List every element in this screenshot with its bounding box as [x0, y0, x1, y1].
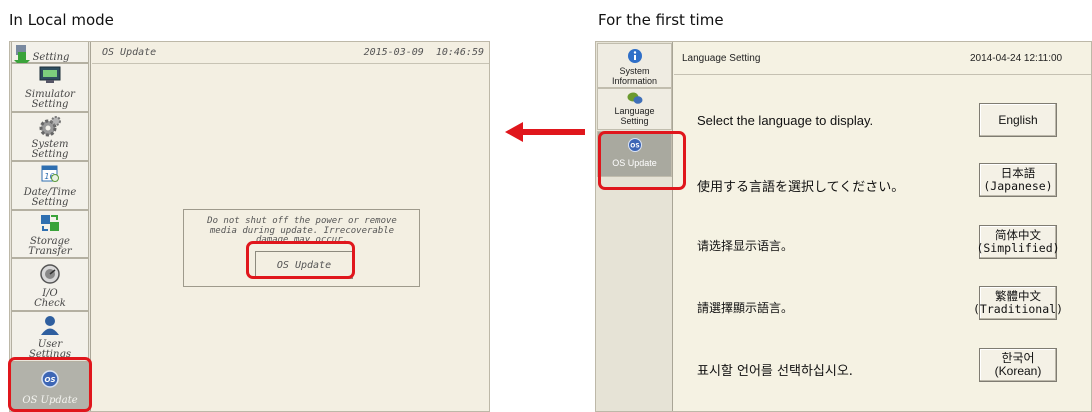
sidebar-item-label: Storage Transfer: [28, 236, 72, 257]
language-button-japanese[interactable]: 日本語 (Japanese): [979, 163, 1057, 197]
sidebar-item-language-setting[interactable]: Language Setting: [597, 88, 672, 130]
user-icon: [41, 316, 59, 335]
button-label-english: (Korean): [994, 364, 1042, 378]
sidebar-item-system-setting[interactable]: System Setting: [11, 112, 89, 161]
arrow-left-icon: [505, 122, 585, 142]
os-update-button[interactable]: OS Update: [255, 251, 353, 279]
language-button-english[interactable]: English: [979, 103, 1057, 137]
page-title: Language Setting: [682, 53, 761, 64]
simulator-icon: [39, 66, 61, 83]
language-prompt-simplified-chinese: 请选择显示语言。: [697, 239, 794, 253]
language-icon: [627, 92, 642, 104]
sidebar-item-storage-transfer[interactable]: Storage Transfer: [11, 210, 89, 258]
sidebar-item-label: OS Update: [22, 395, 78, 406]
first-time-header: Language Setting 2014-04-24 12:11:00: [674, 42, 1091, 75]
page-title: OS Update: [102, 47, 157, 58]
first-time-screen: System Information Language Setting OS O…: [595, 41, 1092, 412]
local-sidebar: Setting Simulator Setting System Setting…: [10, 42, 91, 411]
sidebar-item-simulator-setting[interactable]: Simulator Setting: [11, 63, 89, 112]
sidebar-item-label: I/O Check: [34, 288, 66, 309]
svg-text:OS: OS: [630, 143, 639, 150]
svg-text:OS: OS: [45, 376, 56, 384]
language-prompt-english: Select the language to display.: [697, 113, 874, 128]
sidebar-item-label: Date/Time Setting: [23, 187, 77, 208]
language-button-traditional-chinese[interactable]: 繁體中文 (Traditional): [973, 286, 1063, 320]
sidebar-item-label: System Information: [611, 66, 658, 86]
os-update-icon: OS: [41, 370, 59, 388]
language-prompt-korean: 표시할 언어를 선택하십시오.: [697, 364, 853, 379]
button-label: English: [998, 112, 1038, 127]
caption-first-time: For the first time: [598, 11, 724, 29]
caption-local-mode: In Local mode: [9, 11, 114, 29]
header-datetime: 2014-04-24 12:11:00: [970, 53, 1063, 64]
os-update-icon: OS: [627, 138, 642, 152]
language-button-korean[interactable]: 한국어 (Korean): [979, 348, 1057, 382]
language-prompt-traditional-chinese: 請選擇顯示語言。: [697, 301, 794, 315]
sidebar-item-os-update[interactable]: OS OS Update: [11, 361, 89, 411]
language-button-simplified-chinese[interactable]: 简体中文 (Simplified): [976, 225, 1060, 259]
sidebar-item-label: Language Setting: [614, 106, 655, 126]
sidebar-item-label: User Settings: [29, 339, 71, 360]
calendar-icon: 16: [41, 165, 59, 182]
storage-transfer-icon: [41, 215, 59, 231]
button-label-english: (Japanese): [983, 179, 1053, 193]
sidebar-item-label: OS Update: [612, 158, 657, 168]
sidebar-item-label: System Setting: [31, 139, 69, 160]
sidebar-item-label: Simulator Setting: [25, 89, 75, 110]
local-header: OS Update 2015-03-09 10:46:59: [92, 42, 489, 64]
info-icon: [627, 49, 642, 63]
warning-message: Do not shut off the power or remove medi…: [207, 216, 397, 245]
sidebar-item-system-information[interactable]: System Information: [597, 43, 672, 88]
button-label-english: (Traditional): [973, 302, 1064, 316]
button-label-english: (Simplified): [976, 241, 1060, 255]
gear-icon: [39, 116, 61, 137]
os-update-dialog: Do not shut off the power or remove medi…: [183, 209, 420, 287]
sidebar-item-os-update[interactable]: OS OS Update: [597, 131, 672, 177]
header-datetime: 2015-03-09 10:46:59: [363, 47, 484, 58]
first-time-sidebar: System Information Language Setting OS O…: [596, 42, 673, 411]
sidebar-item-date-time-setting[interactable]: 16 Date/Time Setting: [11, 161, 89, 210]
sidebar-item-user-settings[interactable]: User Settings: [11, 311, 89, 360]
language-prompt-japanese: 使用する言語を選択してください。: [697, 180, 905, 195]
io-check-icon: [40, 264, 60, 284]
local-mode-screen: Setting Simulator Setting System Setting…: [9, 41, 490, 412]
sidebar-item-io-check[interactable]: I/O Check: [11, 258, 89, 311]
